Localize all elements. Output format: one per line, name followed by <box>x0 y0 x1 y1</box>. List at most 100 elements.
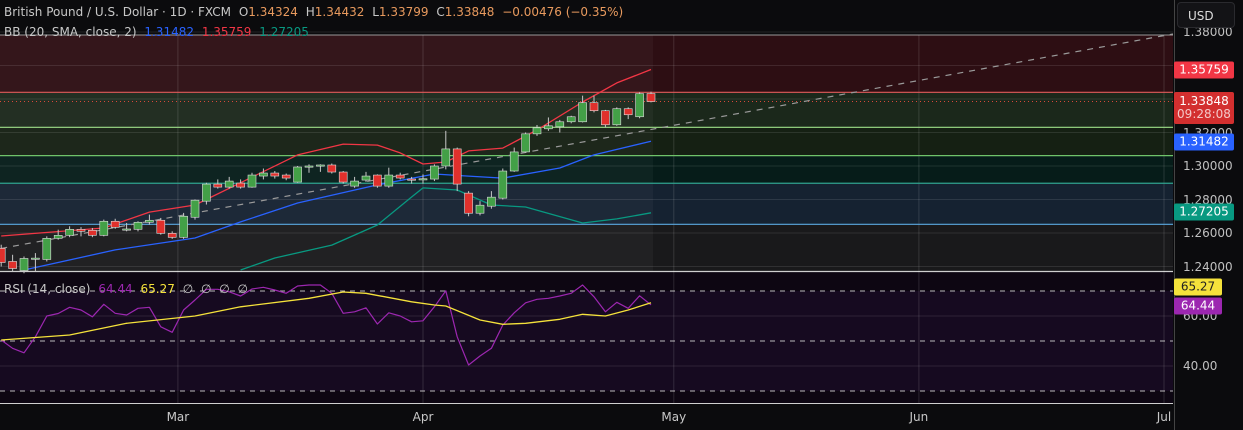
candle-body <box>110 220 120 228</box>
low-value: 1.33799 <box>378 5 429 19</box>
rsi-extra-3: ∅ <box>219 282 230 296</box>
candle-body <box>31 257 40 260</box>
candle-body <box>487 196 496 207</box>
candle-body <box>521 133 530 153</box>
candle-body <box>578 102 587 123</box>
candle-body <box>190 199 200 218</box>
candle-body <box>612 108 622 126</box>
bb-lower-value: 1.27205 <box>259 25 309 39</box>
price-tick-label: 1.24000 <box>1183 259 1233 274</box>
candle-body <box>270 172 280 177</box>
low-label: L <box>372 5 379 19</box>
time-tick-label: Mar <box>166 410 190 424</box>
candle-body <box>179 215 188 238</box>
candle-body <box>566 116 576 123</box>
candle-body <box>202 183 211 202</box>
bb-basis-price-label: 1.31482 <box>1174 133 1234 151</box>
time-tick-label: Jun <box>909 410 929 424</box>
candle-body <box>384 174 394 187</box>
candle-body <box>88 230 97 236</box>
symbol-title: British Pound / U.S. Dollar · 1D · FXCM <box>4 5 231 19</box>
bb-legend[interactable]: BB (20, SMA, close, 2) 1.31482 1.35759 1… <box>4 25 313 39</box>
candle-body <box>19 258 29 271</box>
rsi-ma-axis-label: 65.27 <box>1174 278 1222 296</box>
candle-body <box>532 127 542 135</box>
candle-body <box>646 93 656 102</box>
time-tick-label: Apr <box>412 410 434 424</box>
high-label: H <box>305 5 315 19</box>
candle-body <box>247 174 257 188</box>
candle-body <box>441 148 451 167</box>
candle-body <box>0 248 6 263</box>
candle-body <box>373 174 382 187</box>
candle-body <box>555 121 565 128</box>
rsi-extra-2: ∅ <box>200 282 212 296</box>
candle-body <box>407 178 416 181</box>
change-value: −0.00476 (−0.35%) <box>502 5 624 19</box>
candle-body <box>145 219 154 223</box>
candle-body <box>304 165 314 168</box>
candle-body <box>475 204 485 214</box>
candle-body <box>418 178 428 181</box>
rsi-band-background <box>0 291 1173 391</box>
candle-body <box>293 166 302 183</box>
time-tick-label: May <box>661 410 687 424</box>
candle-body <box>452 148 462 185</box>
rsi-extra-4: ∅ <box>237 282 248 296</box>
candle-body <box>53 235 63 239</box>
candle-body <box>281 174 291 179</box>
rsi-extra-1: ∅ <box>182 282 194 296</box>
candle-body <box>316 164 325 167</box>
currency-button[interactable]: USD <box>1177 2 1235 28</box>
candle-body <box>509 151 519 172</box>
bb-upper-price-label: 1.35759 <box>1174 61 1234 79</box>
current-price-label: 1.33848 09:28:08 <box>1174 92 1234 124</box>
candle-body <box>395 174 405 179</box>
chart-canvas[interactable] <box>0 0 1173 430</box>
candle-body <box>464 192 473 214</box>
bar-countdown: 09:28:08 <box>1177 107 1231 121</box>
close-value: 1.33848 <box>444 5 495 19</box>
open-value: 1.34324 <box>248 5 298 19</box>
candle-body <box>42 238 52 260</box>
candle-body <box>635 93 644 118</box>
rsi-tick-label: 40.00 <box>1183 359 1218 373</box>
candle-body <box>430 165 439 180</box>
rsi-ma-value: 65.27 <box>140 282 175 296</box>
rsi-axis-label: 64.44 <box>1174 297 1222 315</box>
candle-body <box>76 229 86 232</box>
bb-title: BB (20, SMA, close, 2) <box>4 25 137 39</box>
candle-body <box>167 233 177 238</box>
symbol-legend: British Pound / U.S. Dollar · 1D · FXCM … <box>4 5 627 19</box>
rsi-title: RSI (14, close) <box>4 282 91 296</box>
candle-body <box>601 110 610 126</box>
rsi-legend[interactable]: RSI (14, close) 64.44 65.27 ∅ ∅ ∅ ∅ <box>4 282 252 296</box>
price-tick-label: 1.26000 <box>1183 226 1233 240</box>
high-value: 1.34432 <box>314 5 365 19</box>
candle-body <box>99 220 109 236</box>
bb-lower-price-label: 1.27205 <box>1174 203 1234 221</box>
candle-body <box>122 228 131 231</box>
bb-upper-value: 1.35759 <box>201 25 252 39</box>
bb-background <box>0 35 653 271</box>
candle-body <box>224 180 234 188</box>
candle-body <box>589 102 599 112</box>
bb-basis-value: 1.31482 <box>144 25 194 39</box>
price-tick-label: 1.30000 <box>1183 159 1233 173</box>
candle-body <box>236 182 245 188</box>
candle-body <box>156 219 166 234</box>
candle-body <box>361 175 371 181</box>
candle-body <box>623 108 633 116</box>
candle-body <box>259 172 268 177</box>
candle-body <box>338 171 348 183</box>
candle-body <box>65 229 74 236</box>
open-label: O <box>238 5 249 19</box>
time-tick-label: Jul <box>1156 410 1172 424</box>
candle-body <box>327 164 337 173</box>
candle-body <box>498 170 508 199</box>
candle-body <box>8 261 17 269</box>
rsi-value: 64.44 <box>98 282 133 296</box>
close-label: C <box>436 5 445 19</box>
candle-body <box>133 221 143 230</box>
candle-body <box>350 180 359 187</box>
